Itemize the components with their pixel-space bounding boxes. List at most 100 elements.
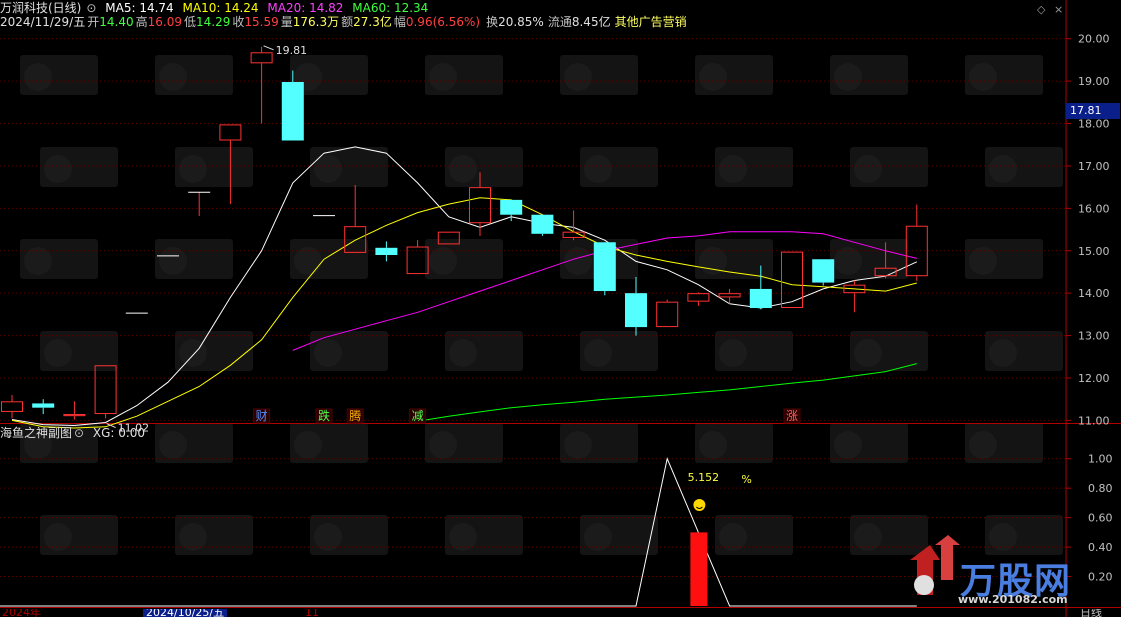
close-label: 收	[232, 15, 245, 29]
candle[interactable]	[905, 204, 928, 281]
dropdown-icon[interactable]: ⊙	[86, 1, 96, 15]
mascot-icon	[914, 575, 934, 595]
event-tag[interactable]: 财	[256, 409, 268, 423]
mascot-icon	[699, 431, 727, 459]
change-value: 0.96(6.56%)	[405, 15, 481, 29]
price-tick-label: 16.00	[1078, 202, 1110, 215]
close-value: 15.59	[244, 15, 279, 29]
mascot-icon	[449, 339, 477, 367]
price-tick-label: 19.00	[1078, 75, 1110, 88]
candle[interactable]	[593, 242, 616, 296]
low-label: 低	[183, 15, 196, 29]
candle[interactable]	[188, 191, 211, 216]
candle[interactable]	[1, 394, 23, 419]
volume-value: 176.3万	[292, 15, 340, 29]
event-tag[interactable]: 涨	[786, 408, 798, 423]
mascot-icon	[564, 431, 592, 459]
candle[interactable]	[63, 401, 86, 420]
stock-title[interactable]: 万润科技(日线)	[0, 1, 81, 15]
indicator-title[interactable]: 海鱼之神副图	[0, 426, 72, 440]
candle[interactable]	[718, 288, 741, 304]
smiley-icon	[693, 499, 706, 511]
mascot-icon	[429, 63, 457, 91]
mascot-icon	[584, 155, 612, 183]
mascot-icon	[969, 63, 997, 91]
candle-body	[281, 81, 304, 141]
candle[interactable]	[250, 46, 273, 124]
candle-body	[500, 199, 523, 215]
bottom-left-label: 2024年	[2, 609, 41, 617]
mascot-icon	[854, 155, 882, 183]
price-tick-label: 17.00	[1078, 160, 1110, 173]
high-marker-arrow	[263, 45, 274, 51]
sector-label[interactable]: 其他广告营销	[615, 15, 687, 29]
candle[interactable]	[531, 214, 554, 236]
event-tag[interactable]: 跌	[318, 408, 330, 423]
candle[interactable]	[94, 365, 117, 419]
candle-body	[687, 293, 710, 302]
ma60-label: MA60: 12.34	[352, 1, 429, 15]
mascot-icon	[989, 339, 1017, 367]
float-label: 流通	[547, 15, 572, 29]
candle[interactable]	[625, 277, 647, 336]
indicator-tick-label: 0.80	[1088, 482, 1113, 495]
mascot-icon	[24, 63, 52, 91]
timeframe-label[interactable]: 日线	[1080, 609, 1102, 617]
price-tick-label: 18.00	[1078, 118, 1110, 131]
candle-body	[593, 242, 616, 292]
candle-body	[625, 293, 647, 328]
candle[interactable]	[656, 299, 679, 328]
mascot-icon	[314, 339, 342, 367]
high-marker-label: 19.81	[276, 44, 308, 57]
expand-icon[interactable]: ◇	[1037, 3, 1045, 16]
candle-body	[656, 301, 679, 328]
candle-body	[375, 247, 398, 256]
volume-label: 量	[280, 15, 293, 29]
mascot-icon	[854, 339, 882, 367]
mascot-icon	[44, 339, 72, 367]
event-tag[interactable]: 腾	[349, 408, 361, 423]
candle-body	[219, 124, 242, 141]
indicator-tick-label: 1.00	[1088, 453, 1113, 466]
candle-body	[250, 52, 273, 64]
ma5-label: MA5: 14.74	[105, 1, 174, 15]
mascot-icon	[159, 63, 187, 91]
quote-row: 2024/11/29/五 开14.40 高16.09 低14.29 收15.59 量176…	[0, 14, 692, 30]
amount-value: 27.3亿	[353, 15, 392, 29]
percent-sign: %	[741, 473, 751, 486]
xg-value: XG: 0.00	[92, 426, 146, 440]
candle[interactable]	[812, 259, 835, 286]
stock-chart[interactable]: 19.8111.02财跌腾减涨 5.152% 11.0012.0013.0014…	[0, 0, 1121, 617]
price-tick-label: 11.00	[1078, 414, 1110, 427]
watermark	[20, 55, 1063, 555]
percent-label: 5.152	[688, 471, 720, 484]
turnover-label: 换	[486, 15, 499, 29]
dropdown-icon[interactable]: ⊙	[74, 426, 84, 440]
brand-url: www.201082.com	[958, 593, 1068, 606]
event-tag[interactable]: 减	[412, 409, 424, 423]
mascot-icon	[969, 431, 997, 459]
mascot-icon	[834, 431, 862, 459]
float-value: 8.45亿	[571, 15, 611, 29]
price-tick-label: 15.00	[1078, 245, 1110, 258]
candle[interactable]	[32, 399, 55, 415]
ma-line-ma60	[417, 363, 917, 422]
mascot-icon	[44, 155, 72, 183]
mascot-icon	[179, 155, 207, 183]
price-tick-label: 14.00	[1078, 287, 1110, 300]
indicator-header: 海鱼之神副图 ⊙ XG: 0.00	[0, 425, 150, 441]
open-value: 14.40	[99, 15, 134, 29]
xg-bar[interactable]	[690, 532, 708, 606]
mascot-icon	[564, 63, 592, 91]
month-tick-label: 11	[305, 609, 319, 617]
candle[interactable]	[687, 292, 710, 306]
candle-body	[531, 214, 554, 234]
mascot-icon	[719, 339, 747, 367]
candle[interactable]	[375, 241, 398, 262]
mascot-icon	[449, 155, 477, 183]
close-icon[interactable]: ×	[1054, 3, 1063, 16]
candle[interactable]	[843, 280, 866, 313]
candle[interactable]	[406, 240, 429, 275]
price-tick-label: 12.00	[1078, 372, 1110, 385]
ma10-label: MA10: 14.24	[182, 1, 259, 15]
